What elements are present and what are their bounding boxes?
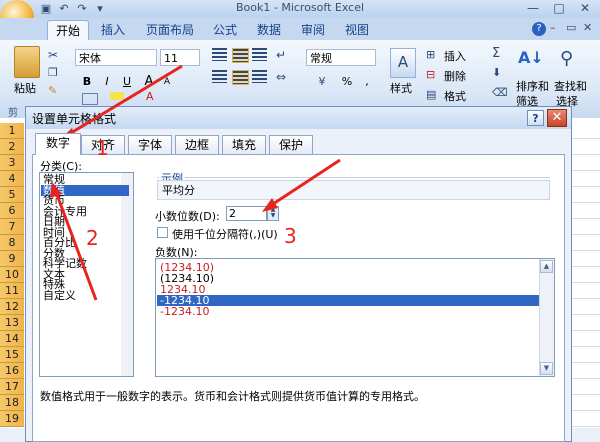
annotation-overlay bbox=[50, 64, 341, 301]
annotation-number-1: 1 bbox=[96, 136, 109, 160]
annotation-arrow-3 bbox=[269, 158, 341, 208]
annotation-arrow-1 bbox=[65, 64, 183, 138]
annotation-arrowhead-3 bbox=[262, 198, 278, 212]
tab-number[interactable]: 数字 bbox=[35, 133, 81, 155]
annotation-number-3: 3 bbox=[284, 224, 297, 248]
annotation-number-2: 2 bbox=[86, 226, 99, 250]
annotation-arrowhead-2 bbox=[50, 182, 62, 198]
